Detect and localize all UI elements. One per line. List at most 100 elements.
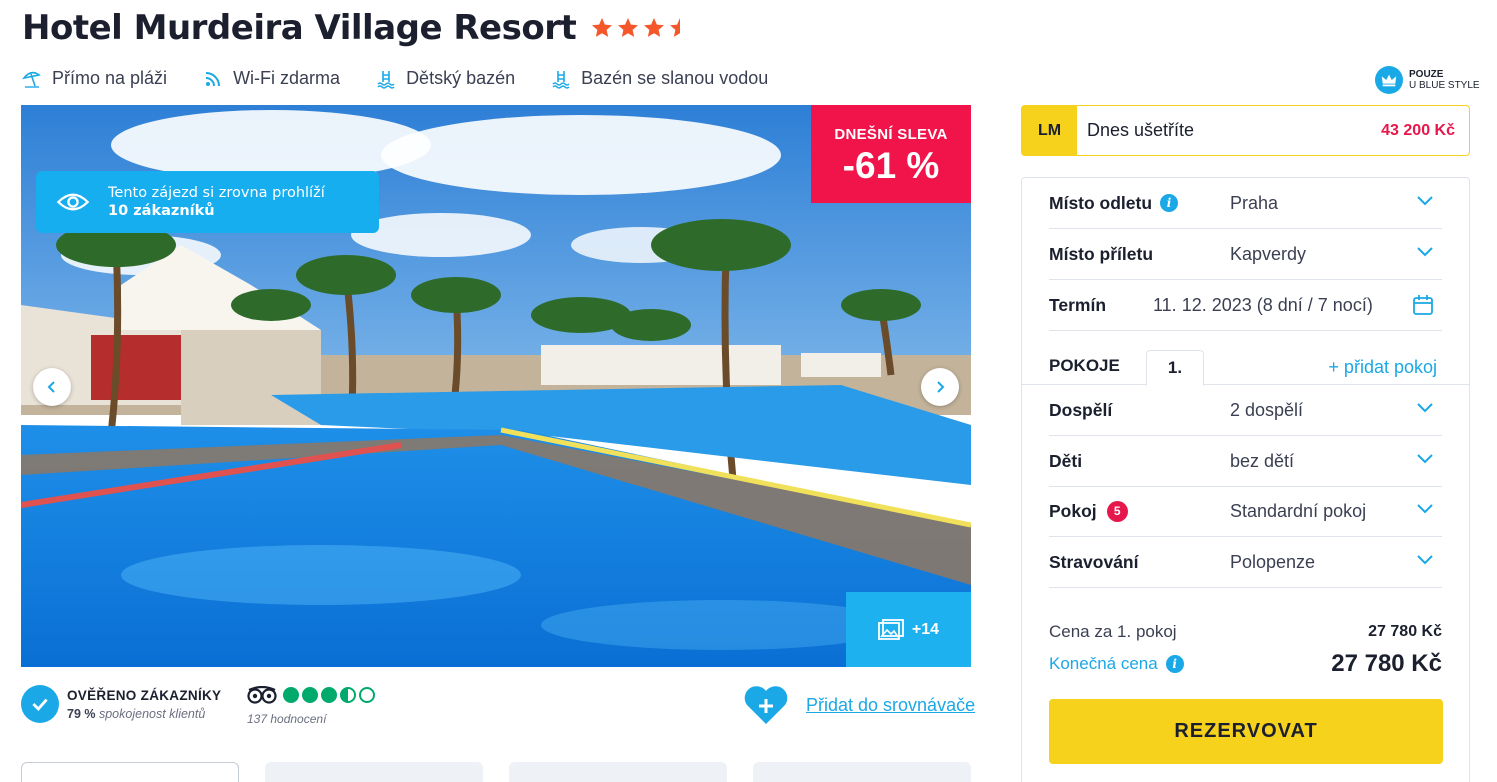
amenity-item: Wi-Fi zdarma	[203, 68, 340, 89]
gallery-prev-button[interactable]	[33, 368, 71, 406]
crown-icon	[1375, 66, 1403, 94]
review-count: 137 hodnocení	[247, 712, 327, 726]
final-price-row: Konečná cena i 27 780 Kč	[1049, 650, 1442, 678]
term-label: Termín	[1049, 294, 1107, 315]
rating-bubble-icon	[302, 687, 318, 703]
chevron-left-icon	[47, 381, 55, 393]
chevron-down-icon	[1417, 555, 1433, 565]
satisfaction-percent: 79 %	[67, 706, 96, 721]
children-select[interactable]: Děti bez dětí	[1049, 436, 1442, 487]
chevron-down-icon	[1417, 247, 1433, 257]
savings-amount: 43 200 Kč	[1381, 121, 1455, 139]
rating-bubble-empty-icon	[359, 687, 375, 703]
amenity-label: Dětský bazén	[406, 68, 516, 88]
room-label: Pokoj	[1049, 500, 1097, 521]
info-icon[interactable]: i	[1165, 655, 1184, 673]
gallery-icon	[878, 618, 904, 640]
chevron-down-icon	[1417, 196, 1433, 206]
info-tab[interactable]	[753, 762, 971, 782]
savings-label: Dnes ušetříte	[1087, 120, 1195, 140]
add-room-link[interactable]: + přidat pokoj	[1328, 357, 1437, 378]
arrival-select[interactable]: Místo příletu Kapverdy	[1049, 229, 1442, 280]
room-value: Standardní pokoj	[1230, 500, 1367, 521]
saltwater-pool-icon	[551, 69, 571, 89]
chevron-down-icon	[1417, 454, 1433, 464]
verified-by-customers: OVĚŘENO ZÁKAZNÍKY 79 % spokojenost klien…	[21, 685, 221, 723]
children-label: Děti	[1049, 450, 1083, 471]
photo-gallery[interactable]: Tento zájezd si zrovna prohlíží 10 zákaz…	[21, 105, 971, 667]
room-tab-1[interactable]: 1.	[1146, 350, 1204, 386]
half-star-icon	[670, 18, 681, 37]
reserve-button[interactable]: REZERVOVAT	[1049, 699, 1443, 764]
adults-select[interactable]: Dospělí 2 dospělí	[1049, 385, 1442, 436]
info-icon[interactable]: i	[1160, 194, 1179, 212]
amenity-item: Přímo na pláži	[22, 68, 167, 89]
departure-label: Místo odletu	[1049, 192, 1153, 213]
info-tab[interactable]	[509, 762, 727, 782]
blue-style-line1: POUZE	[1409, 69, 1444, 80]
bottom-tabs	[21, 762, 997, 782]
gallery-next-button[interactable]	[921, 368, 959, 406]
kids-pool-icon	[376, 69, 396, 89]
rating-bubble-half-icon	[340, 687, 356, 703]
amenity-label: Přímo na pláži	[52, 68, 168, 88]
hotel-title: Hotel Murdeira Village Resort	[22, 8, 577, 48]
wifi-icon	[203, 69, 223, 89]
rooms-label: POKOJE	[1049, 356, 1120, 375]
amenity-item: Dětský bazén	[376, 68, 515, 89]
booking-panel: Místo odletu i Praha Místo příletu Kapver…	[1021, 177, 1470, 782]
board-select[interactable]: Stravování Polopenze	[1049, 537, 1442, 588]
info-tab[interactable]	[21, 762, 239, 782]
blue-style-line2: U BLUE STYLE	[1409, 80, 1480, 91]
viewers-notice: Tento zájezd si zrovna prohlíží 10 zákaz…	[36, 171, 379, 233]
more-photos-button[interactable]: +14	[846, 592, 971, 667]
calendar-icon	[1413, 295, 1433, 315]
price-summary: Cena za 1. pokoj 27 780 Kč Konečná cena i…	[1022, 606, 1469, 782]
title-row: Hotel Murdeira Village Resort	[22, 8, 694, 48]
chevron-right-icon	[937, 381, 945, 393]
tripadvisor-bubbles	[283, 687, 378, 703]
viewers-count: 10 zákazníků	[108, 203, 215, 219]
amenity-item: Bazén se slanou vodou	[551, 68, 768, 89]
star-rating	[590, 16, 694, 40]
lm-badge: LM	[1022, 106, 1077, 155]
board-label: Stravování	[1049, 551, 1139, 572]
arrival-value: Kapverdy	[1230, 243, 1307, 264]
discount-label: DNEŠNÍ SLEVA	[834, 126, 948, 143]
arrival-label: Místo příletu	[1049, 243, 1154, 264]
viewers-text: Tento zájezd si zrovna prohlíží	[108, 185, 325, 201]
heart-plus-icon[interactable]	[742, 684, 790, 726]
more-photos-count: +14	[911, 620, 940, 638]
price-per-room: 27 780 Kč	[1368, 623, 1442, 640]
rating-bubble-icon	[321, 687, 337, 703]
tripadvisor-rating[interactable]: 137 hodnocení	[247, 686, 378, 726]
info-tab[interactable]	[265, 762, 483, 782]
add-to-compare-link[interactable]: Přidat do srovnávače	[806, 695, 975, 716]
price-per-room-row: Cena za 1. pokoj 27 780 Kč	[1049, 622, 1442, 642]
rooms-header: POKOJE 1. + přidat pokoj	[1022, 350, 1469, 386]
room-type-select[interactable]: Pokoj 5 Standardní pokoj	[1049, 486, 1442, 537]
departure-value: Praha	[1230, 192, 1279, 213]
departure-select[interactable]: Místo odletu i Praha	[1049, 178, 1442, 229]
chevron-down-icon	[1417, 403, 1433, 413]
final-price: 27 780 Kč	[1331, 650, 1442, 677]
tripadvisor-owl-icon	[247, 686, 277, 704]
board-value: Polopenze	[1230, 551, 1316, 572]
price-per-room-label: Cena za 1. pokoj	[1049, 622, 1177, 641]
star-icon	[618, 18, 639, 37]
final-price-label: Konečná cena	[1049, 654, 1158, 673]
star-icon	[644, 18, 665, 37]
check-icon	[21, 685, 59, 723]
add-to-compare[interactable]: Přidat do srovnávače	[742, 684, 975, 726]
room-count-badge: 5	[1106, 500, 1128, 522]
term-select[interactable]: Termín 11. 12. 2023 (8 dní / 7 nocí)	[1049, 280, 1442, 331]
term-value: 11. 12. 2023 (8 dní / 7 nocí)	[1153, 294, 1373, 315]
children-value: bez dětí	[1230, 450, 1295, 471]
last-minute-savings: LM Dnes ušetříte 43 200 Kč	[1021, 105, 1470, 156]
amenity-label: Wi-Fi zdarma	[233, 68, 341, 88]
chevron-down-icon	[1417, 504, 1433, 514]
rating-bubble-icon	[283, 687, 299, 703]
adults-label: Dospělí	[1049, 399, 1113, 420]
blue-style-badge: POUZE U BLUE STYLE	[1375, 66, 1480, 94]
verified-title: OVĚŘENO ZÁKAZNÍKY	[67, 687, 222, 703]
